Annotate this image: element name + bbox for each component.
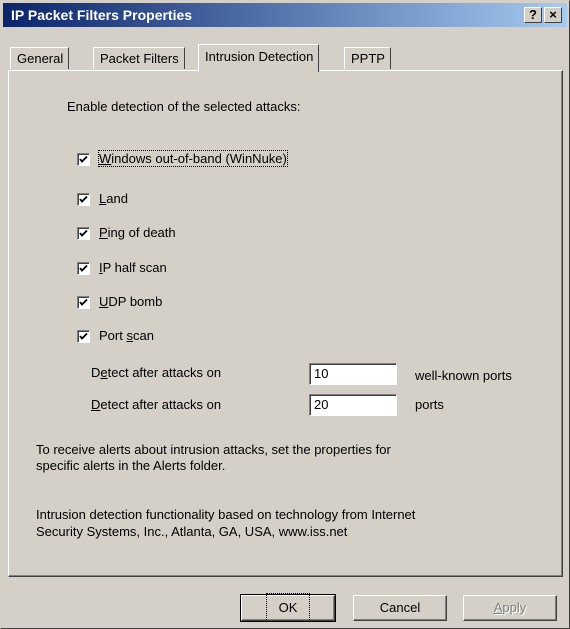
checkbox-box[interactable] <box>77 153 90 166</box>
checkbox-label: Land <box>99 191 128 206</box>
checkbox-label: Windows out-of-band (WinNuke) <box>98 150 288 167</box>
tab-panel <box>8 70 563 577</box>
checkbox-box[interactable] <box>77 296 90 309</box>
checkbox-box[interactable] <box>77 330 90 343</box>
well-known-ports-label: Detect after attacks on <box>91 365 222 380</box>
checkbox-label: Port scan <box>99 328 154 343</box>
check-mark-icon <box>79 264 88 272</box>
apply-button[interactable]: Apply <box>463 595 557 621</box>
check-mark-icon <box>79 195 88 203</box>
checkbox-box[interactable] <box>77 262 90 275</box>
check-mark-icon <box>79 229 88 237</box>
title-bar[interactable]: IP Packet Filters Properties ? × <box>3 3 567 27</box>
ok-button[interactable]: OK <box>240 593 336 622</box>
check-mark-icon <box>79 298 88 306</box>
credits-note-line-1: Intrusion detection functionality based … <box>36 507 416 522</box>
checkbox-label: IP half scan <box>99 260 167 275</box>
checkbox-box[interactable] <box>77 227 90 240</box>
close-button[interactable]: × <box>544 7 562 23</box>
all-ports-suffix: ports <box>415 397 444 412</box>
tab-packet-filters[interactable]: Packet Filters <box>93 47 185 69</box>
well-known-ports-suffix: well-known ports <box>415 368 512 383</box>
checkbox-label: UDP bomb <box>99 294 163 309</box>
alerts-note-line-1: To receive alerts about intrusion attack… <box>36 442 391 457</box>
all-ports-label: Detect after attacks on <box>91 397 222 412</box>
intro-label: Enable detection of the selected attacks… <box>67 99 301 114</box>
tab-intrusion-detection[interactable]: Intrusion Detection <box>198 44 320 72</box>
check-mark-icon <box>79 155 88 163</box>
checkbox-label: Ping of death <box>99 225 176 240</box>
tab-general[interactable]: General <box>10 47 70 69</box>
help-button[interactable]: ? <box>524 7 542 23</box>
well-known-ports-input[interactable]: 10 <box>309 363 397 385</box>
dialog-window: IP Packet Filters Properties ? × General… <box>0 0 570 629</box>
all-ports-input[interactable]: 20 <box>309 394 397 416</box>
window-title: IP Packet Filters Properties <box>11 7 193 23</box>
tab-pptp[interactable]: PPTP <box>344 47 391 69</box>
credits-note-line-2: Security Systems, Inc., Atlanta, GA, USA… <box>36 524 348 539</box>
alerts-note-line-2: specific alerts in the Alerts folder. <box>36 458 226 473</box>
checkbox-box[interactable] <box>77 193 90 206</box>
cancel-button[interactable]: Cancel <box>353 595 447 621</box>
check-mark-icon <box>79 332 88 340</box>
